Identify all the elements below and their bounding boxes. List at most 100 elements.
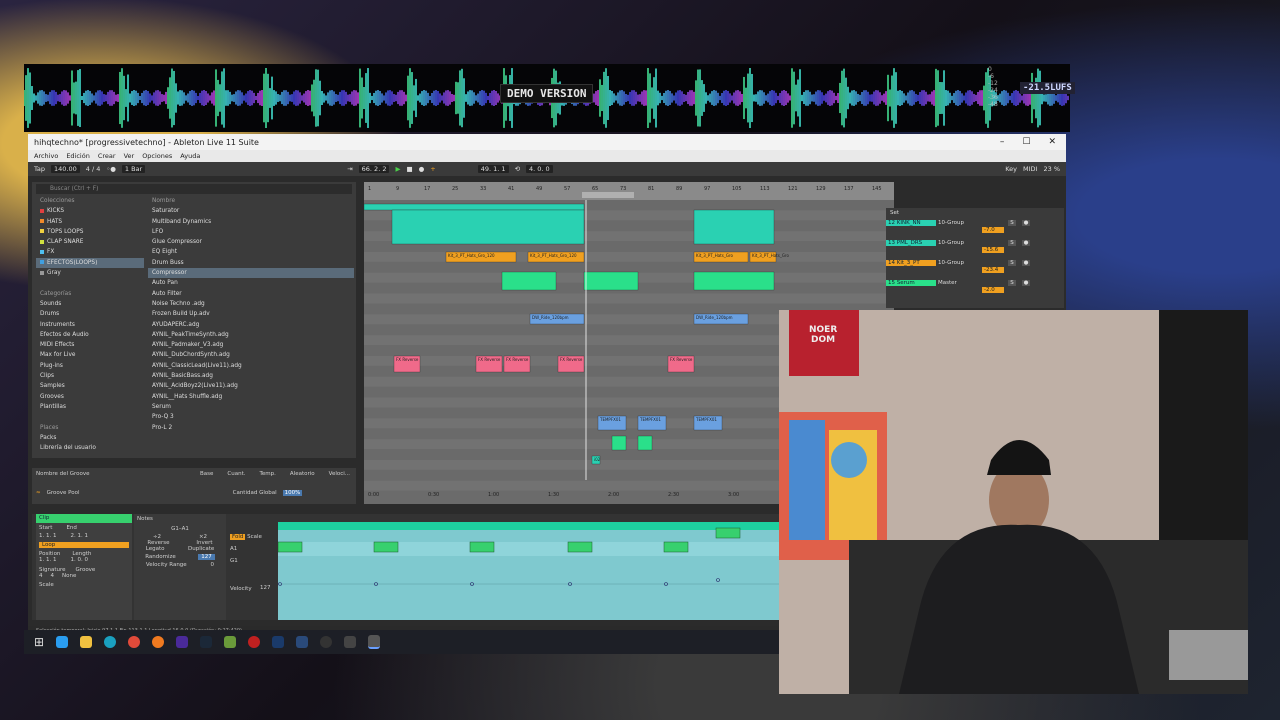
browser-file-item[interactable]: Frozen Build Up.adv — [148, 309, 354, 319]
midi-button[interactable]: MIDI — [1023, 165, 1037, 173]
key-button[interactable]: Key — [1005, 165, 1017, 173]
collection-item[interactable]: EFECTOS(LOOPS) — [36, 257, 144, 269]
clip-body[interactable] — [364, 203, 585, 211]
track-volume[interactable]: -2.0 — [982, 287, 1004, 293]
loop-start[interactable]: 49. 1. 1 — [477, 165, 509, 173]
category-item[interactable]: Grooves — [36, 392, 144, 402]
arrangement-clip[interactable] — [637, 435, 653, 451]
name-column-header[interactable]: Nombre — [148, 196, 354, 206]
photoshop-icon[interactable] — [272, 636, 285, 648]
steam-icon[interactable] — [296, 636, 309, 648]
track-lane[interactable] — [364, 252, 894, 262]
midi-note[interactable] — [277, 541, 303, 553]
arrangement-clip[interactable]: TEMPFX01 — [637, 415, 667, 431]
browser-file-item[interactable]: Glue Compressor — [148, 237, 354, 247]
arrangement-clip[interactable]: FX Reverse — [667, 355, 695, 373]
arrangement-clip[interactable] — [364, 203, 585, 211]
browser-file-item[interactable]: Compressor — [148, 268, 354, 279]
category-item[interactable]: Instruments — [36, 320, 144, 330]
arrangement-clip[interactable] — [583, 271, 639, 291]
browser-file-item[interactable]: Auto Filter — [148, 289, 354, 299]
track-routing[interactable]: 10-Group — [938, 240, 976, 246]
sig-denominator[interactable]: 4 — [51, 573, 55, 579]
menu-ayuda[interactable]: Ayuda — [180, 152, 200, 160]
arrangement-clip[interactable]: DW_Ride_120bpm — [693, 313, 749, 325]
midi-note[interactable] — [469, 541, 495, 553]
track-volume[interactable]: -7.0 — [982, 227, 1004, 233]
browser-file-item[interactable]: AYNIL_ClassicLead(Live11).adg — [148, 361, 354, 371]
minimize-button[interactable]: – — [1000, 137, 1005, 147]
start-value[interactable]: 1. 1. 1 — [39, 533, 57, 539]
arrangement-clip[interactable] — [693, 271, 775, 291]
ableton-icon[interactable] — [368, 635, 381, 649]
loop-toggle[interactable]: Loop — [39, 542, 129, 548]
duplicate-button[interactable]: Duplicate — [188, 546, 214, 552]
chrome-icon[interactable] — [128, 636, 141, 648]
opera-icon[interactable] — [248, 636, 261, 648]
menu-edicion[interactable]: Edición — [66, 152, 90, 160]
position-value[interactable]: 1. 1. 1 — [39, 557, 57, 563]
category-item[interactable]: Plantillas — [36, 402, 144, 412]
browser-file-item[interactable]: AYNIL__Hats Shuffle.adg — [148, 392, 354, 402]
browser-file-item[interactable]: AYUDAPERC.adg — [148, 320, 354, 330]
arrangement-clip[interactable] — [693, 209, 775, 245]
clip-body[interactable] — [637, 435, 653, 451]
browser-file-item[interactable]: AYNIL_AcidBoyz2(Live11).adg — [148, 381, 354, 391]
browser-file-item[interactable]: Serum — [148, 402, 354, 412]
edge-icon[interactable] — [104, 636, 117, 648]
arrangement-clip[interactable]: i02 — [591, 455, 601, 465]
browser-file-item[interactable]: Pro-L 2 — [148, 423, 354, 433]
end-value[interactable]: 2. 1. 1 — [71, 533, 89, 539]
solo-button[interactable]: S — [1008, 240, 1016, 246]
category-item[interactable]: Efectos de Audio — [36, 330, 144, 340]
arrangement-clip[interactable]: Kit_3_PT_Hats_Gro — [693, 251, 749, 263]
steam-icon[interactable] — [200, 636, 213, 648]
tap-button[interactable]: Tap — [34, 165, 45, 173]
clip-body[interactable] — [583, 271, 639, 291]
arm-button[interactable]: ● — [1022, 220, 1030, 226]
arm-button[interactable]: ● — [1022, 280, 1030, 286]
place-item[interactable]: Packs — [36, 433, 144, 443]
category-item[interactable]: Clips — [36, 371, 144, 381]
overdub-icon[interactable]: + — [430, 165, 435, 173]
arrangement-clip[interactable]: FX Reverse — [393, 355, 421, 373]
loop-icon[interactable]: ⟲ — [515, 165, 520, 173]
max-icon[interactable] — [344, 636, 357, 648]
clip-body[interactable] — [501, 271, 557, 291]
browser-file-item[interactable]: Auto Pan — [148, 278, 354, 288]
stop-icon[interactable]: ■ — [406, 165, 412, 173]
clip-body[interactable] — [693, 271, 775, 291]
scale-button[interactable]: Scale — [247, 534, 262, 540]
bar-ruler[interactable]: 1 9 17 25 33 41 49 57 65 73 81 89 97 105 113 121 129 137 1… — [364, 182, 894, 200]
track-volume[interactable]: -23.4 — [982, 267, 1004, 273]
track-name[interactable]: 14 Kit_3_PT — [886, 260, 936, 266]
randomize-button[interactable]: Randomize — [145, 554, 176, 560]
browser-file-item[interactable]: Drum Buss — [148, 258, 354, 268]
arm-button[interactable]: ● — [1022, 260, 1030, 266]
browser-file-item[interactable]: AYNIL_DubChordSynth.adg — [148, 350, 354, 360]
windows-start-icon[interactable]: ⊞ — [34, 635, 44, 649]
close-button[interactable]: ✕ — [1048, 137, 1056, 147]
obs-icon[interactable] — [320, 636, 333, 648]
legato-button[interactable]: Legato — [146, 546, 165, 552]
track-routing[interactable]: 10-Group — [938, 220, 976, 226]
track-name[interactable]: 15 Serum — [886, 280, 936, 286]
category-item[interactable]: Sounds — [36, 299, 144, 309]
sig-numerator[interactable]: 4 — [39, 573, 43, 579]
collection-item[interactable]: HATS — [36, 217, 144, 227]
solo-button[interactable]: S — [1008, 260, 1016, 266]
groove-pool-icon[interactable]: ≈ — [36, 490, 41, 496]
loop-length[interactable]: 4. 0. 0 — [526, 165, 553, 173]
arrangement-clip[interactable]: TEMPFX01 — [597, 415, 627, 431]
randomize-value[interactable]: 127 — [198, 554, 215, 560]
track-name[interactable]: 12 KINK_NN — [886, 220, 936, 226]
collection-item[interactable]: Gray — [36, 268, 144, 278]
metronome-icon[interactable]: ◦● — [106, 165, 116, 173]
song-position[interactable]: 66. 2. 2 — [358, 165, 390, 173]
menu-crear[interactable]: Crear — [98, 152, 116, 160]
track-lane[interactable] — [364, 293, 894, 304]
collection-item[interactable]: FX — [36, 247, 144, 257]
fold-button[interactable]: Fold — [230, 534, 246, 540]
app-grid-icon[interactable] — [224, 636, 237, 648]
tempo-field[interactable]: 140.00 — [51, 165, 80, 173]
